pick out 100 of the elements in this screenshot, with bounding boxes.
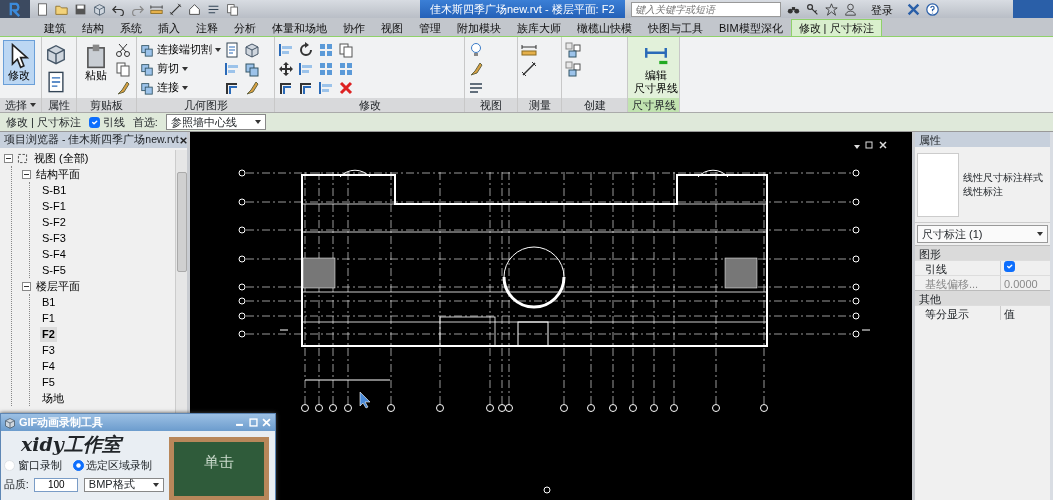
format-dropdown[interactable]: BMP格式	[83, 477, 164, 492]
panel-label: 剪贴板	[90, 97, 123, 113]
align-icon[interactable]	[224, 60, 240, 77]
leader-checkbox[interactable]	[89, 116, 100, 128]
ribbon-tool[interactable]: 剪切	[140, 59, 221, 78]
x-logo-icon[interactable]	[906, 2, 920, 16]
ribbon-tab[interactable]: 族库大师	[509, 19, 569, 36]
copy-icon[interactable]	[115, 60, 131, 77]
tree-item[interactable]: F1	[40, 310, 57, 326]
brush-icon[interactable]	[244, 79, 260, 96]
ribbon-tab[interactable]: BIM模型深化	[711, 19, 791, 36]
house-icon[interactable]	[188, 2, 201, 16]
maximize-icon[interactable]	[247, 417, 259, 428]
tree-item[interactable]: S-F4	[40, 246, 68, 262]
tree-item[interactable]: S-B1	[40, 182, 69, 198]
close-icon[interactable]	[178, 135, 188, 145]
panel-label: 属性	[48, 97, 70, 113]
caret-icon	[152, 482, 159, 487]
search-field[interactable]: 键入关键字或短语	[630, 1, 781, 17]
collapse-icon[interactable]	[22, 281, 31, 291]
property-checkbox[interactable]	[1004, 261, 1015, 272]
mode-radio[interactable]	[72, 459, 84, 471]
ribbon-tab[interactable]: 快图与工具	[640, 19, 711, 36]
boxes-icon[interactable]	[565, 60, 581, 77]
align-icon[interactable]	[318, 79, 334, 96]
ribbon-tab[interactable]: 建筑	[36, 19, 74, 36]
copy-icon[interactable]	[338, 41, 354, 58]
new-document-icon[interactable]	[36, 2, 49, 16]
cube-icon[interactable]	[45, 43, 67, 65]
cube-icon[interactable]	[244, 41, 260, 58]
brush-icon[interactable]	[115, 79, 131, 96]
star-icon[interactable]	[824, 2, 838, 16]
tree-item[interactable]: S-F1	[40, 198, 68, 214]
ribbon-tab[interactable]: 视图	[373, 19, 411, 36]
ribbon-tab[interactable]: 管理	[411, 19, 449, 36]
collapse-icon[interactable]	[22, 169, 31, 179]
ribbon-tool[interactable]: 编辑 尺寸界线	[631, 40, 681, 99]
ribbon-tab[interactable]: 分析	[226, 19, 264, 36]
login-link[interactable]: 登录	[862, 0, 901, 18]
quality-field[interactable]: 100	[34, 477, 79, 492]
help-icon[interactable]	[925, 2, 939, 16]
tree-item[interactable]: S-F2	[40, 214, 68, 230]
diagonal-measure-icon[interactable]	[521, 60, 537, 77]
save-icon[interactable]	[74, 2, 87, 16]
align-icon[interactable]	[298, 60, 314, 77]
key-icon[interactable]	[805, 2, 819, 16]
grid-icon[interactable]	[338, 60, 354, 77]
collapse-icon[interactable]	[4, 153, 13, 163]
bulb-icon[interactable]	[468, 41, 484, 58]
view-controls-icon[interactable]	[854, 141, 887, 149]
tree-item[interactable]: S-F5	[40, 262, 68, 278]
delete-icon[interactable]	[338, 79, 354, 96]
ribbon-tab[interactable]: 系统	[112, 19, 150, 36]
tree-item[interactable]: 视图 (全部)	[32, 150, 91, 166]
panel-title: 属性	[915, 132, 1050, 147]
rotate-icon[interactable]	[298, 41, 314, 58]
cube-icon[interactable]	[93, 2, 106, 16]
ribbon-tool[interactable]: 修改	[3, 40, 35, 86]
tree-item[interactable]: 场地	[40, 390, 66, 406]
tree-item[interactable]: S-F3	[40, 230, 68, 246]
ribbon-tab[interactable]: 附加模块	[449, 19, 509, 36]
ribbon-tab[interactable]: 修改 | 尺寸标注	[790, 19, 882, 36]
ribbon-tab[interactable]: 橄榄山快模	[569, 19, 640, 36]
boxes-icon[interactable]	[565, 41, 581, 58]
ribbon-tab[interactable]: 体量和场地	[264, 19, 335, 36]
field-label: 首选:	[132, 114, 158, 130]
caret-icon	[182, 85, 188, 90]
prefer-dropdown[interactable]: 参照墙中心线	[165, 114, 266, 130]
scissors-icon[interactable]	[115, 41, 131, 58]
ribbon-tab[interactable]: 结构	[74, 19, 112, 36]
copy-icon[interactable]	[226, 2, 239, 16]
align-icon[interactable]	[278, 41, 294, 58]
view-icon	[16, 151, 29, 165]
tree-item[interactable]: 结构平面	[34, 166, 82, 182]
brush-icon[interactable]	[468, 60, 484, 77]
start-button[interactable]: 单击	[198, 450, 240, 475]
property-value: 值	[1004, 308, 1015, 320]
ribbon-tab[interactable]: 插入	[150, 19, 188, 36]
tree-item[interactable]: F4	[40, 358, 57, 374]
join-icon[interactable]	[244, 60, 260, 77]
ribbon-tool[interactable]: 连接端切割	[140, 40, 221, 59]
type-name: 线性标注	[963, 184, 1004, 199]
tree-item[interactable]: F2	[40, 326, 57, 342]
panel-label: 尺寸界线	[631, 98, 676, 114]
move-icon[interactable]	[278, 60, 294, 77]
tree-item[interactable]: F3	[40, 342, 57, 358]
ribbon-tab[interactable]: 注释	[188, 19, 226, 36]
user-icon[interactable]	[843, 2, 857, 16]
instance-dropdown[interactable]: 尺寸标注 (1)	[917, 225, 1048, 243]
tree-item[interactable]: B1	[40, 294, 58, 310]
tree-item[interactable]: 楼层平面	[34, 278, 82, 294]
ribbon-tab[interactable]: 协作	[335, 19, 373, 36]
caret-icon[interactable]	[30, 103, 36, 107]
document-icon[interactable]	[45, 71, 67, 93]
diagonal-measure-icon[interactable]	[169, 2, 182, 16]
ribbon-tool[interactable]: 粘贴	[80, 40, 112, 86]
tree-item[interactable]: F5	[40, 374, 57, 390]
ribbon-tool[interactable]: 连接	[140, 78, 221, 97]
application-menu-button[interactable]	[0, 0, 30, 18]
ruler-icon[interactable]	[150, 2, 163, 16]
